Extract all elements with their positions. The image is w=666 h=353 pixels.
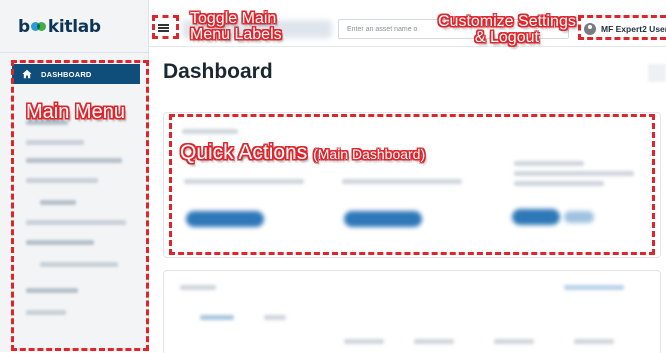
tab-blurred[interactable] bbox=[264, 315, 286, 320]
column-header-blurred bbox=[574, 339, 614, 344]
quick-actions-highlight bbox=[169, 114, 655, 255]
logo-divider bbox=[0, 52, 148, 53]
annotation-quick-actions: Quick Actions (Main Dashboard) bbox=[180, 141, 425, 165]
user-menu-highlight bbox=[578, 15, 666, 40]
annotation-main-menu: Main Menu bbox=[26, 101, 125, 123]
annotation-text: (Main Dashboard) bbox=[313, 146, 426, 162]
annotation-customize-settings: Customize Settings & Logout bbox=[438, 14, 576, 46]
logo-mark-icon bbox=[30, 21, 47, 33]
logo-text-left: b bbox=[18, 17, 30, 37]
column-header-blurred bbox=[344, 339, 384, 344]
annotation-text: Toggle Main bbox=[190, 10, 277, 27]
bookitlab-logo[interactable]: b kitlab bbox=[18, 16, 101, 38]
toggle-menu-highlight bbox=[152, 15, 179, 39]
annotation-text: & Logout bbox=[474, 29, 539, 46]
card-link-blurred[interactable] bbox=[564, 285, 624, 290]
card-heading-blurred bbox=[180, 285, 216, 290]
page-title: Dashboard bbox=[163, 60, 273, 83]
secondary-card bbox=[163, 270, 661, 353]
annotation-toggle-menu: Toggle Main Menu Labels bbox=[190, 11, 282, 43]
column-header-blurred bbox=[494, 339, 534, 344]
logo-text-right: kitlab bbox=[47, 17, 101, 37]
annotation-text: Menu Labels bbox=[190, 26, 282, 43]
annotation-text: Customize Settings bbox=[438, 13, 576, 30]
right-edge-control[interactable] bbox=[648, 64, 666, 82]
annotation-text: Quick Actions bbox=[180, 141, 308, 164]
tab-blurred[interactable] bbox=[200, 315, 234, 320]
column-header-blurred bbox=[414, 339, 454, 344]
